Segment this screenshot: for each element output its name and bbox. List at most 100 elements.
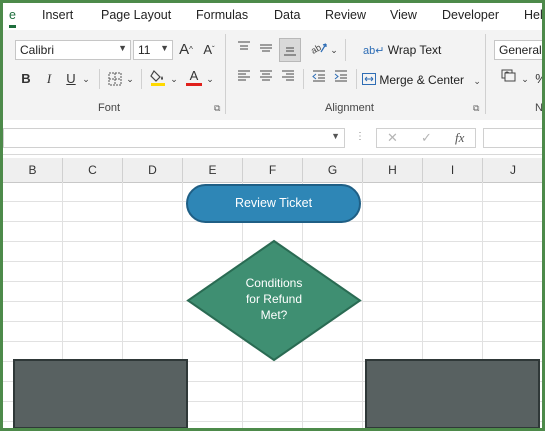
column-header-f[interactable]: F xyxy=(243,158,303,182)
accounting-format-button[interactable] xyxy=(500,68,518,88)
divider xyxy=(99,69,100,89)
excel-window: e Insert Page Layout Formulas Data Revie… xyxy=(0,0,545,431)
divider xyxy=(356,69,357,89)
merge-center-label: Merge & Center xyxy=(379,73,465,87)
column-header-h[interactable]: H xyxy=(363,158,423,182)
decision-line-2: for Refund xyxy=(245,292,303,306)
divider xyxy=(141,69,142,89)
align-left-button[interactable] xyxy=(235,69,253,89)
group-divider xyxy=(225,34,226,114)
underline-button[interactable]: U xyxy=(63,69,79,89)
tab-data[interactable]: Data xyxy=(274,8,300,22)
bottom-align-button[interactable] xyxy=(279,38,301,62)
column-header-d[interactable]: D xyxy=(123,158,183,182)
tab-developer[interactable]: Developer xyxy=(442,8,499,22)
tab-help[interactable]: Help xyxy=(524,8,542,22)
enter-icon[interactable]: ✓ xyxy=(421,130,432,146)
tab-review[interactable]: Review xyxy=(325,8,366,22)
increase-indent-button[interactable] xyxy=(332,69,350,89)
column-header-c[interactable]: C xyxy=(63,158,123,182)
fill-color-button[interactable] xyxy=(149,67,167,87)
ribbon: Calibri ▼ 11 ▼ A^ Aˇ B I U ⌄ ⌄ ⌄ A ⌄ Fon… xyxy=(3,30,543,121)
align-right-button[interactable] xyxy=(279,69,297,89)
chevron-down-icon[interactable]: ⌄ xyxy=(169,69,179,89)
font-name-combo[interactable]: Calibri ▼ xyxy=(15,40,131,60)
chevron-down-icon[interactable]: ⌄ xyxy=(205,69,215,89)
tab-formulas[interactable]: Formulas xyxy=(196,8,248,22)
align-center-button[interactable] xyxy=(257,69,275,89)
grow-font-label: A xyxy=(179,41,190,58)
number-group-label: Nu xyxy=(535,102,543,114)
insert-function-icon[interactable]: fx xyxy=(455,130,464,146)
font-name-value: Calibri xyxy=(20,43,55,57)
caret-up-icon: ^ xyxy=(189,45,193,54)
merge-center-button[interactable]: Merge & Center ⌄ xyxy=(362,69,481,91)
review-ticket-terminator[interactable]: Review Ticket xyxy=(186,184,361,223)
process-box-right[interactable] xyxy=(365,359,540,428)
font-size-value: 11 xyxy=(138,43,151,57)
ribbon-tabs: e Insert Page Layout Formulas Data Revie… xyxy=(3,3,542,30)
align-center-icon xyxy=(260,70,272,81)
middle-align-button[interactable] xyxy=(257,40,275,60)
highlight-color-swatch xyxy=(151,83,165,86)
cancel-icon[interactable]: ✕ xyxy=(387,130,398,146)
chevron-down-icon[interactable]: ⌄ xyxy=(125,69,135,89)
formula-bar: ▼ ⋮ ✕ ✓ fx xyxy=(3,120,542,155)
number-format-combo[interactable]: General xyxy=(494,40,542,60)
font-size-combo[interactable]: 11 ▼ xyxy=(133,40,173,60)
merge-center-icon xyxy=(362,73,376,85)
decision-line-3: Met? xyxy=(260,308,288,322)
font-color-button[interactable]: A xyxy=(185,66,203,86)
column-header-j[interactable]: J xyxy=(483,158,542,182)
more-options-icon[interactable]: ⋮ xyxy=(355,131,365,142)
font-group-label: Font xyxy=(98,102,121,114)
paint-bucket-icon xyxy=(150,70,165,86)
dialog-launcher-icon[interactable]: ⧉ xyxy=(214,103,220,114)
column-headers: B C D E F G H I J xyxy=(3,158,542,183)
caret-down-icon: ˇ xyxy=(212,45,215,54)
tab-view[interactable]: View xyxy=(390,8,417,22)
accounting-icon xyxy=(501,69,516,82)
column-header-b[interactable]: B xyxy=(3,158,63,182)
orientation-button[interactable]: ab xyxy=(309,39,329,59)
chevron-down-icon[interactable]: ⌄ xyxy=(520,69,530,89)
tab-page-layout[interactable]: Page Layout xyxy=(101,8,171,22)
dialog-launcher-icon[interactable]: ⧉ xyxy=(473,103,479,114)
borders-icon xyxy=(108,72,122,86)
chevron-down-icon: ▼ xyxy=(331,131,340,141)
process-box-left[interactable] xyxy=(13,359,188,428)
wrap-text-button[interactable]: ab↵ Wrap Text xyxy=(363,39,441,61)
align-left-icon xyxy=(238,70,250,81)
borders-button[interactable] xyxy=(106,69,124,89)
tab-insert[interactable]: Insert xyxy=(42,8,73,22)
align-right-icon xyxy=(282,70,294,81)
number-format-value: General xyxy=(499,43,542,57)
formula-buttons: ✕ ✓ fx xyxy=(376,128,476,148)
column-header-g[interactable]: G xyxy=(303,158,363,182)
wrap-text-label: Wrap Text xyxy=(387,43,442,57)
column-header-i[interactable]: I xyxy=(423,158,483,182)
top-align-icon xyxy=(238,41,250,50)
column-header-e[interactable]: E xyxy=(183,158,243,182)
percent-button[interactable]: % xyxy=(533,69,542,89)
orientation-icon: ab xyxy=(309,42,327,56)
decision-line-1: Conditions xyxy=(245,276,303,290)
chevron-down-icon[interactable]: ⌄ xyxy=(81,69,91,89)
grow-font-button[interactable]: A^ xyxy=(177,40,195,60)
middle-align-icon xyxy=(260,44,272,52)
italic-button[interactable]: I xyxy=(41,69,57,89)
top-align-button[interactable] xyxy=(235,40,253,60)
name-box[interactable]: ▼ xyxy=(3,128,345,148)
chevron-down-icon: ▼ xyxy=(118,43,127,53)
group-divider xyxy=(485,34,486,114)
divider xyxy=(303,69,304,89)
shrink-font-button[interactable]: Aˇ xyxy=(200,40,218,60)
bold-button[interactable]: B xyxy=(17,69,35,89)
chevron-down-icon: ⌄ xyxy=(473,76,481,86)
formula-input[interactable] xyxy=(483,128,542,148)
chevron-down-icon[interactable]: ⌄ xyxy=(329,40,339,60)
chevron-down-icon: ▼ xyxy=(160,43,169,53)
alignment-group-label: Alignment xyxy=(325,102,374,114)
tab-home[interactable]: e xyxy=(9,8,16,28)
decrease-indent-button[interactable] xyxy=(310,69,328,89)
